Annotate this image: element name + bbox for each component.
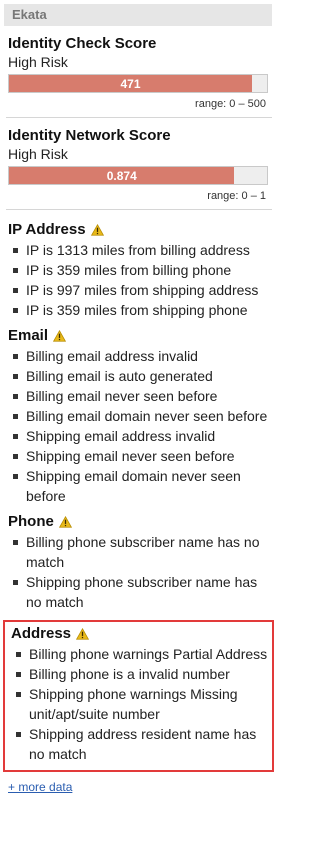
section-title-text: Email (8, 327, 49, 344)
score-bar: 471 (8, 74, 268, 93)
warning-icon (90, 223, 104, 236)
score-title: Identity Network Score (8, 127, 171, 144)
section-title: Phone (8, 512, 274, 531)
section-title: Address (11, 624, 268, 643)
panel-header: Ekata (4, 4, 272, 26)
list-item: IP is 359 miles from billing phone (8, 260, 274, 280)
list-item: IP is 1313 miles from billing address (8, 240, 274, 260)
score-range: range: 0 – 500 (195, 98, 266, 110)
email-list: Billing email address invalid Billing em… (8, 346, 274, 506)
score-bar: 0.874 (8, 166, 268, 185)
warning-icon (76, 627, 90, 640)
phone-list: Billing phone subscriber name has no mat… (8, 532, 274, 612)
more-data-link[interactable]: + more data (8, 780, 72, 794)
list-item: IP is 997 miles from shipping address (8, 280, 274, 300)
list-item: IP is 359 miles from shipping phone (8, 300, 274, 320)
score-value: 471 (120, 76, 141, 91)
section-ip-address: IP Address IP is 1313 miles from billing… (0, 220, 278, 320)
section-address-highlight: Address Billing phone warnings Partial A… (3, 620, 274, 772)
ekata-panel: Ekata Identity Check Score High Risk 471… (0, 4, 278, 796)
list-item: Shipping phone warnings Missing unit/apt… (11, 684, 268, 724)
warning-icon (58, 515, 72, 528)
score-risk: High Risk (8, 146, 68, 162)
list-item: Billing phone warnings Partial Address (11, 644, 268, 664)
identity-network-score: Identity Network Score High Risk 0.874 r… (0, 126, 278, 203)
address-list: Billing phone warnings Partial Address B… (11, 644, 268, 764)
list-item: Shipping address resident name has no ma… (11, 724, 268, 764)
identity-check-score: Identity Check Score High Risk 471 range… (0, 34, 278, 111)
score-value: 0.874 (106, 168, 137, 183)
list-item: Shipping email domain never seen before (8, 466, 274, 506)
score-range: range: 0 – 1 (207, 190, 266, 202)
list-item: Billing email is auto generated (8, 366, 274, 386)
score-title: Identity Check Score (8, 35, 157, 52)
list-item: Billing email address invalid (8, 346, 274, 366)
list-item: Billing phone is a invalid number (11, 664, 268, 684)
section-address: Address Billing phone warnings Partial A… (8, 624, 272, 764)
section-title-text: Address (11, 625, 72, 642)
section-title: IP Address (8, 220, 274, 239)
section-title-text: IP Address (8, 221, 86, 238)
list-item: Billing phone subscriber name has no mat… (8, 532, 274, 572)
divider (6, 117, 272, 118)
score-risk: High Risk (8, 54, 68, 70)
warning-icon (53, 329, 67, 342)
list-item: Billing email never seen before (8, 386, 274, 406)
list-item: Shipping phone subscriber name has no ma… (8, 572, 274, 612)
section-phone: Phone Billing phone subscriber name has … (0, 512, 278, 612)
section-email: Email Billing email address invalid Bill… (0, 326, 278, 506)
divider (6, 209, 272, 210)
ip-list: IP is 1313 miles from billing address IP… (8, 240, 274, 320)
list-item: Billing email domain never seen before (8, 406, 274, 426)
list-item: Shipping email never seen before (8, 446, 274, 466)
section-title-text: Phone (8, 513, 54, 530)
section-title: Email (8, 326, 274, 345)
list-item: Shipping email address invalid (8, 426, 274, 446)
